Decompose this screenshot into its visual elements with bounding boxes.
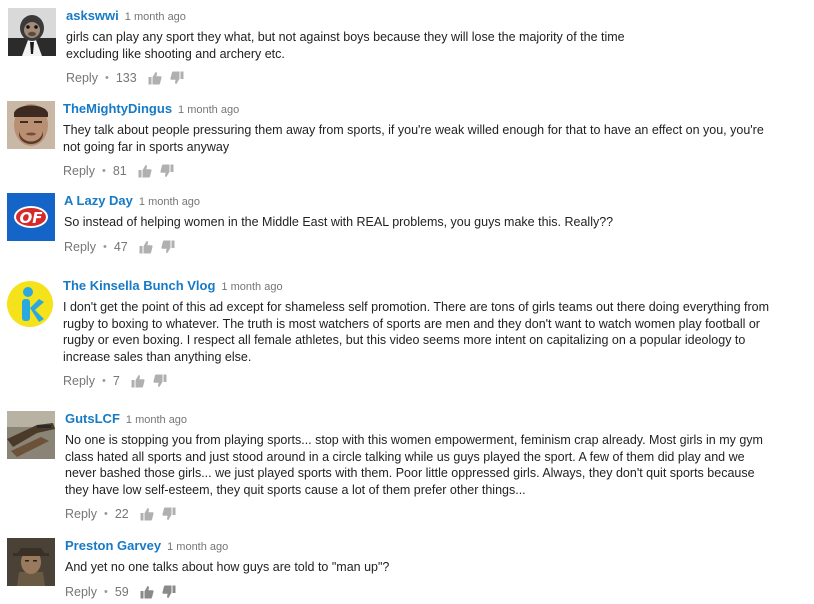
of-logo-avatar-icon[interactable]: OF	[7, 193, 55, 241]
game-character-avatar-icon[interactable]	[7, 538, 55, 586]
thumbs-down-icon[interactable]	[153, 374, 167, 388]
comment-text: girls can play any sport they what, but …	[66, 30, 625, 61]
monkey-avatar-icon[interactable]	[8, 8, 56, 56]
weapon-photo-avatar-icon[interactable]	[7, 411, 55, 459]
like-count: 133	[115, 71, 137, 86]
reply-button[interactable]: Reply	[66, 71, 98, 85]
thumbs-up-icon[interactable]	[131, 374, 145, 388]
comment-time[interactable]: 1 month ago	[221, 281, 282, 293]
separator: •	[103, 508, 108, 521]
svg-text:OF: OF	[20, 209, 44, 227]
comment-time[interactable]: 1 month ago	[126, 414, 187, 426]
comment-header: GutsLCF 1 month ago	[65, 411, 804, 427]
comment-actions: Reply • 81	[63, 162, 804, 180]
comment-text: They talk about people pressuring them a…	[63, 123, 764, 154]
comment-header: askswwi 1 month ago	[66, 8, 804, 24]
thumbs-up-icon[interactable]	[148, 71, 162, 85]
comment-body: Preston Garvey 1 month ago And yet no one…	[65, 538, 804, 601]
author-name[interactable]: askswwi	[66, 8, 119, 23]
comment-time[interactable]: 1 month ago	[167, 541, 228, 553]
comment-text: I don't get the point of this ad except …	[63, 300, 770, 364]
separator: •	[103, 585, 108, 598]
comment-time[interactable]: 1 month ago	[178, 104, 239, 116]
comment-actions: Reply • 59	[65, 583, 804, 601]
comment-actions: Reply • 47	[64, 238, 804, 256]
like-count: 59	[114, 584, 129, 599]
like-count: 81	[112, 164, 127, 179]
comment-text: So instead of helping women in the Middl…	[64, 215, 614, 229]
thumbs-up-icon[interactable]	[140, 507, 154, 521]
reply-button[interactable]: Reply	[65, 507, 97, 521]
reply-button[interactable]: Reply	[63, 164, 95, 178]
comment-body: askswwi 1 month ago girls can play any sp…	[66, 8, 804, 87]
author-name[interactable]: A Lazy Day	[64, 193, 133, 208]
thumbs-down-icon[interactable]	[162, 585, 176, 599]
k-logo-avatar-icon[interactable]	[6, 280, 54, 328]
comment-header: Preston Garvey 1 month ago	[65, 538, 804, 554]
comment-list: askswwi 1 month ago girls can play any sp…	[0, 0, 814, 604]
like-count: 7	[112, 374, 120, 389]
author-name[interactable]: GutsLCF	[65, 411, 120, 426]
separator: •	[101, 165, 106, 178]
author-name[interactable]: The Kinsella Bunch Vlog	[63, 278, 215, 293]
comment-header: TheMightyDingus 1 month ago	[63, 101, 804, 117]
separator: •	[102, 240, 107, 253]
thumbs-up-icon[interactable]	[140, 585, 154, 599]
thumbs-down-icon[interactable]	[160, 164, 174, 178]
comment-text: And yet no one talks about how guys are …	[65, 560, 390, 574]
comment-actions: Reply • 7	[63, 372, 804, 390]
face-photo-avatar-icon[interactable]	[7, 101, 55, 149]
comment-header: A Lazy Day 1 month ago	[64, 193, 804, 209]
comment-actions: Reply • 133	[66, 69, 804, 87]
thumbs-down-icon[interactable]	[170, 71, 184, 85]
thumbs-down-icon[interactable]	[162, 507, 176, 521]
comment-text: No one is stopping you from playing spor…	[65, 433, 763, 497]
comment-time[interactable]: 1 month ago	[139, 196, 200, 208]
author-name[interactable]: Preston Garvey	[65, 538, 161, 553]
comment-actions: Reply • 22	[65, 505, 804, 523]
like-count: 22	[114, 507, 129, 522]
reply-button[interactable]: Reply	[63, 374, 95, 388]
thumbs-down-icon[interactable]	[161, 240, 175, 254]
author-name[interactable]: TheMightyDingus	[63, 101, 172, 116]
comment-body: A Lazy Day 1 month ago So instead of help…	[64, 193, 804, 256]
separator: •	[104, 72, 109, 85]
reply-button[interactable]: Reply	[64, 240, 96, 254]
comment-body: TheMightyDingus 1 month ago They talk abo…	[63, 101, 804, 180]
comment-time[interactable]: 1 month ago	[125, 11, 186, 23]
reply-button[interactable]: Reply	[65, 585, 97, 599]
like-count: 47	[113, 239, 128, 254]
thumbs-up-icon[interactable]	[139, 240, 153, 254]
thumbs-up-icon[interactable]	[138, 164, 152, 178]
comment-body: GutsLCF 1 month ago No one is stopping yo…	[65, 411, 804, 523]
separator: •	[101, 375, 106, 388]
comment-body: The Kinsella Bunch Vlog 1 month ago I don…	[63, 278, 804, 390]
comment-header: The Kinsella Bunch Vlog 1 month ago	[63, 278, 804, 294]
